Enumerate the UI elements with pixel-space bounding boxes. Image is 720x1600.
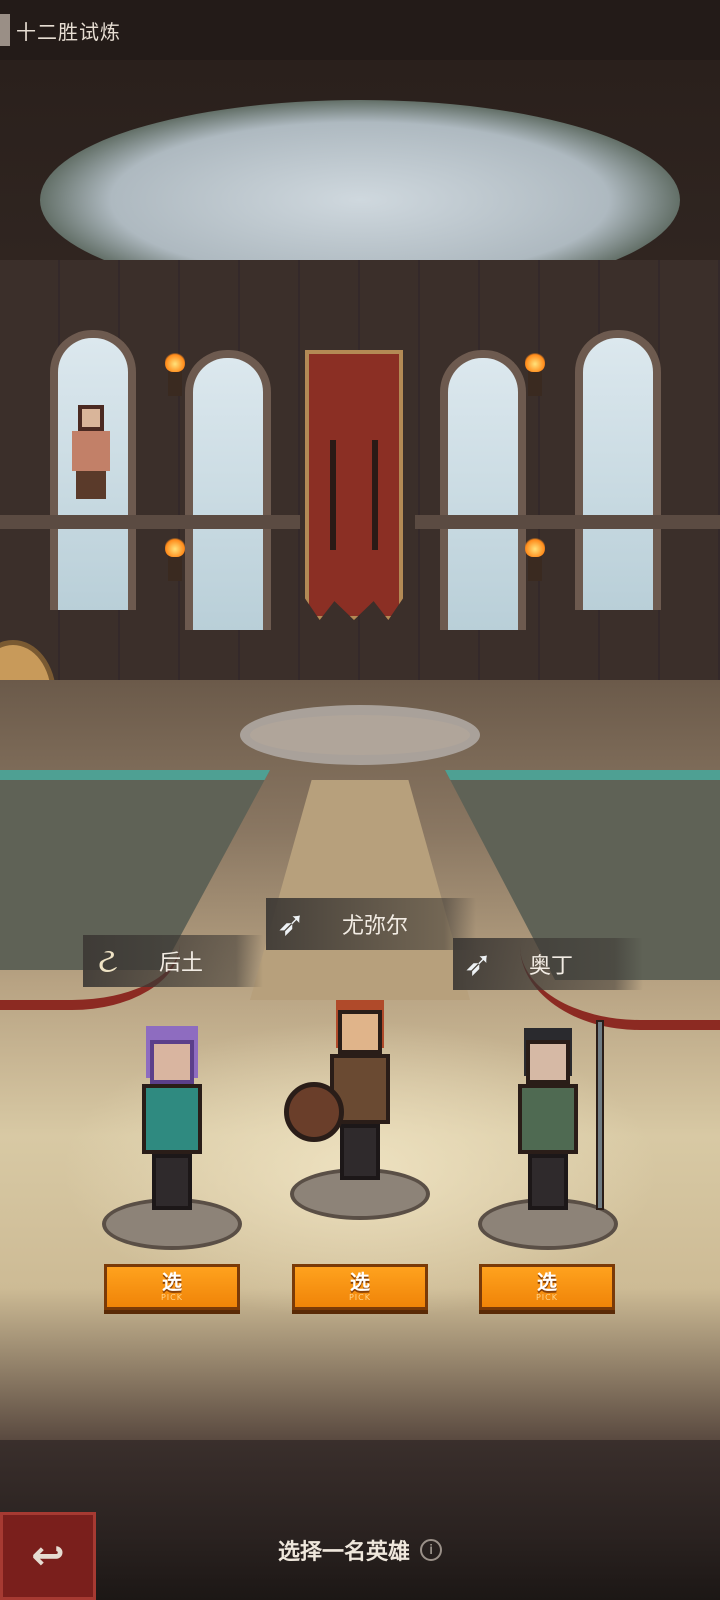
shield-icon (284, 1082, 344, 1142)
hero-name-tag: ➶ 奥丁 (453, 938, 643, 990)
enemy-head (78, 405, 104, 431)
title-marker (0, 14, 10, 46)
hero-head (150, 1040, 194, 1084)
torch-icon (525, 537, 545, 581)
hero-legs (152, 1154, 192, 1210)
info-icon[interactable]: i (420, 1539, 442, 1561)
prompt-area: 选择一名英雄 i (0, 1530, 720, 1570)
hero-sprite-ymir[interactable] (284, 1000, 430, 1220)
hero-name: 后土 (159, 951, 204, 976)
page-title: 十二胜试炼 (16, 19, 121, 44)
wolf-head-icon: ➶ (276, 904, 306, 944)
hero-torso (518, 1084, 578, 1154)
wall-ledge (415, 515, 720, 529)
arena-window (185, 350, 271, 630)
banner-emblem-icon (330, 440, 378, 550)
pick-sublabel: PICK (160, 1293, 183, 1302)
hero-name-tag: ટ 后土 (83, 935, 263, 987)
torch-icon (165, 537, 185, 581)
hero-sprite-houtu[interactable] (102, 1030, 242, 1250)
hero-head (338, 1010, 382, 1054)
wolf-head-icon: ➶ (463, 944, 493, 984)
top-bar: 十二胜试炼 (0, 0, 720, 60)
choose-hero-prompt: 选择一名英雄 (277, 1539, 410, 1565)
hero-head (526, 1040, 570, 1084)
pick-sublabel: PICK (535, 1293, 558, 1302)
pick-label: 选 (162, 1270, 182, 1294)
torch-icon (165, 352, 185, 396)
pick-button-odin[interactable]: 选 PICK (479, 1264, 615, 1310)
title-area: 十二胜试炼 (0, 12, 121, 48)
hero-name-tag: ➶ 尤弥尔 (266, 898, 476, 950)
enemy-legs (76, 471, 106, 499)
hero-legs (528, 1154, 568, 1210)
pick-button-houtu[interactable]: 选 PICK (104, 1264, 240, 1310)
enemy-warrior-sprite (60, 405, 120, 500)
arena-window (440, 350, 526, 630)
pick-label: 选 (537, 1270, 557, 1294)
hero-torso (142, 1084, 202, 1154)
hero-name: 奥丁 (529, 954, 574, 979)
hero-name: 尤弥尔 (342, 914, 409, 939)
torch-icon (525, 352, 545, 396)
pick-button-ymir[interactable]: 选 PICK (292, 1264, 428, 1310)
mountain-rune-icon: ટ (98, 941, 118, 981)
pick-sublabel: PICK (348, 1293, 371, 1302)
bottom-bar (0, 1440, 720, 1600)
enemy-body (72, 431, 110, 471)
arena-floor-circle (240, 705, 480, 765)
arena-window (575, 330, 661, 610)
wall-ledge (0, 515, 300, 529)
pick-label: 选 (350, 1270, 370, 1294)
spear-icon (596, 1020, 604, 1210)
hero-legs (340, 1124, 380, 1180)
hero-sprite-odin[interactable] (478, 1020, 618, 1250)
